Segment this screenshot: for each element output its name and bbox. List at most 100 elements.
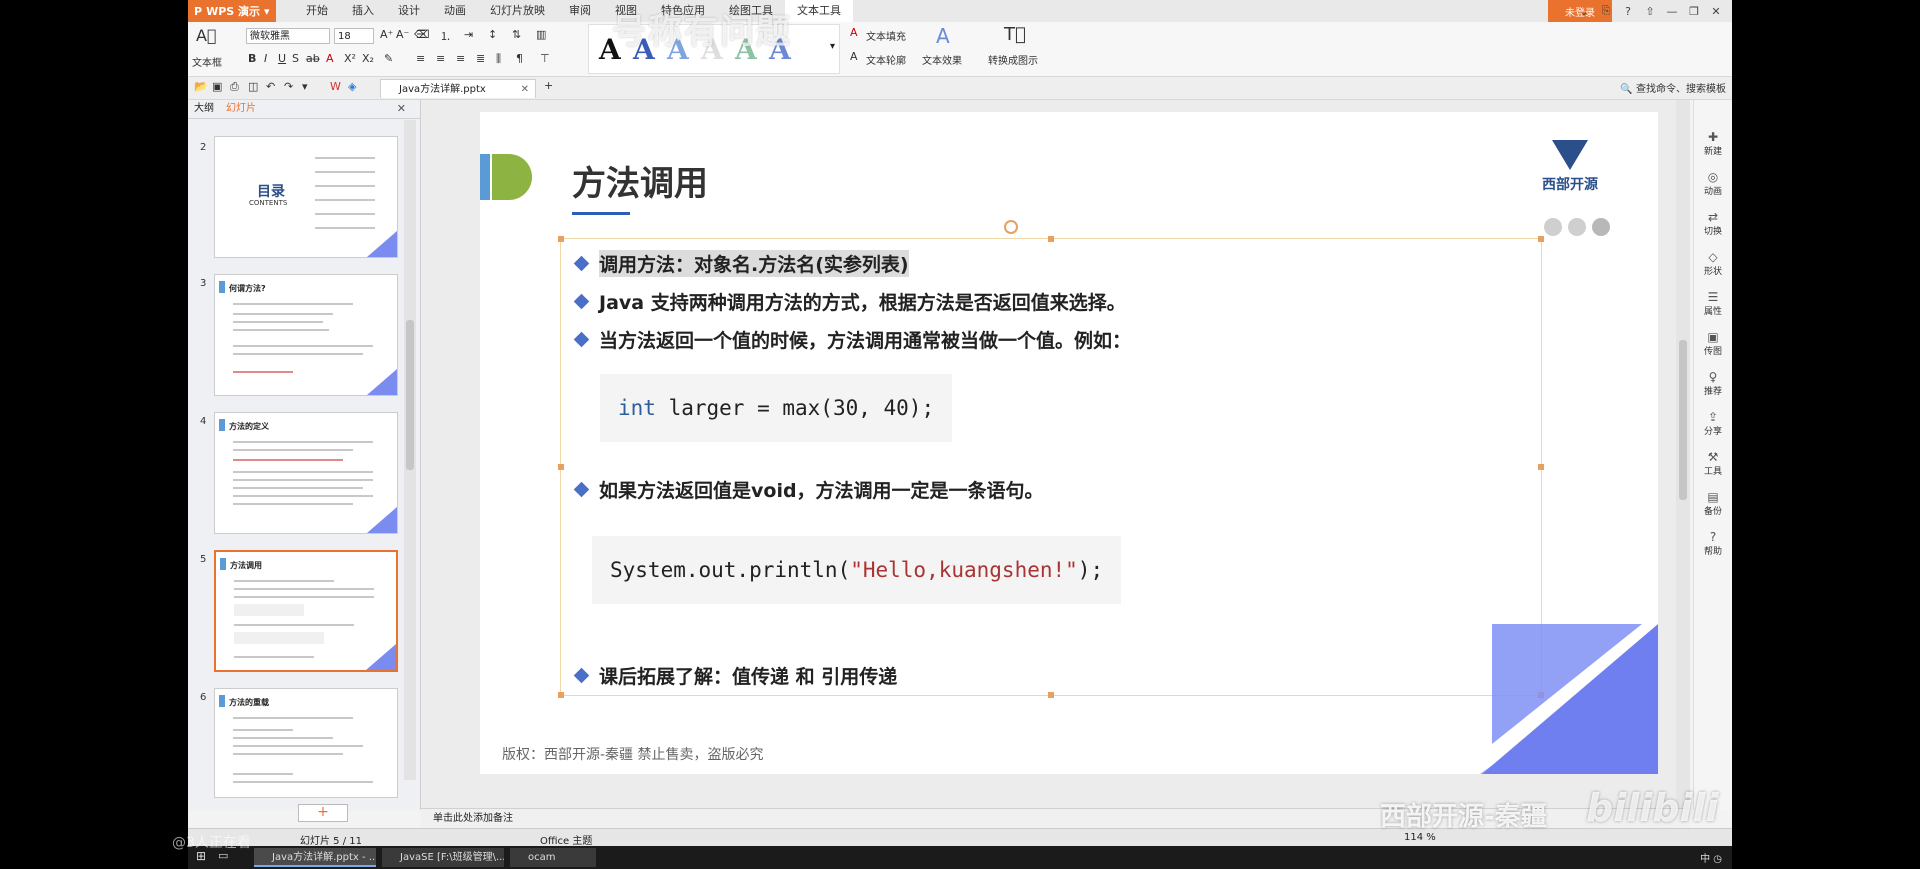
redo-icon[interactable]: ↷ xyxy=(284,80,293,93)
canvas-scrollbar[interactable] xyxy=(1676,100,1690,808)
current-slide[interactable]: 方法调用 西部开源 调用方法：对象名.方法名(实参列表) Java 支持两种调用… xyxy=(480,112,1658,774)
menu-design[interactable]: 设计 xyxy=(386,0,432,22)
font-size-select[interactable]: 18 xyxy=(334,28,374,44)
upload-image-pane-button[interactable]: ▣ 传图 xyxy=(1694,330,1732,357)
slide-title[interactable]: 方法调用 xyxy=(572,156,708,205)
resize-handle[interactable] xyxy=(1048,692,1054,698)
resize-handle[interactable] xyxy=(1538,236,1544,242)
taskbar-item-ocam[interactable]: ocam xyxy=(510,848,596,867)
zoom-level[interactable]: 114 % xyxy=(1404,832,1436,843)
resize-handle[interactable] xyxy=(1538,464,1544,470)
minimize-icon[interactable]: — xyxy=(1664,5,1680,18)
tools-pane-button[interactable]: ⚒ 工具 xyxy=(1694,450,1732,477)
indent-icon[interactable]: ⇥ xyxy=(464,28,473,41)
new-pane-button[interactable]: ✚ 新建 xyxy=(1694,130,1732,157)
menu-review[interactable]: 审阅 xyxy=(557,0,603,22)
resize-handle[interactable] xyxy=(558,464,564,470)
subscript-button[interactable]: X₂ xyxy=(362,52,374,65)
wps-menu-button[interactable]: P WPS 演示 ▾ xyxy=(188,0,276,22)
wps-home-icon[interactable]: W xyxy=(330,80,341,93)
skin-icon[interactable]: ⌄ xyxy=(1576,5,1592,18)
recommend-pane-button[interactable]: ♀ 推荐 xyxy=(1694,370,1732,397)
text-fill-button[interactable]: 文本填充 xyxy=(866,28,906,43)
undo-icon[interactable]: ↶ xyxy=(266,80,275,93)
highlight-icon[interactable]: ✎ xyxy=(384,52,393,65)
resize-handle[interactable] xyxy=(1048,236,1054,242)
convert-diagram-icon[interactable]: T⃞ xyxy=(1004,24,1026,45)
command-search[interactable]: 🔍 查找命令、搜索模板 xyxy=(1620,80,1726,95)
taskbar-item-wps[interactable]: Java方法详解.pptx - ... xyxy=(254,848,376,867)
line-spacing-icon[interactable]: ↕ xyxy=(488,28,497,41)
vertical-align-icon[interactable]: ⊤ xyxy=(540,52,550,65)
tab-slides[interactable]: 幻灯片 xyxy=(220,100,262,118)
justify-icon[interactable]: ≣ xyxy=(476,52,485,65)
close-panel-icon[interactable]: ✕ xyxy=(391,100,412,118)
preview-icon[interactable]: ◫ xyxy=(248,80,258,93)
resize-handle[interactable] xyxy=(558,236,564,242)
text-outline-button[interactable]: 文本轮廓 xyxy=(866,52,906,67)
properties-pane-button[interactable]: ☰ 属性 xyxy=(1694,290,1732,317)
shrink-font-icon[interactable]: A⁻ xyxy=(396,28,409,41)
help-icon[interactable]: ? xyxy=(1620,5,1636,18)
share-pane-button[interactable]: ⇪ 分享 xyxy=(1694,410,1732,437)
document-tab[interactable]: Java方法详解.pptx ✕ xyxy=(380,79,536,98)
slide-thumbnail[interactable]: 目录 CONTENTS xyxy=(214,136,398,258)
text-direction-icon[interactable]: ⇅ xyxy=(512,28,521,41)
menu-text-tools[interactable]: 文本工具 xyxy=(785,0,853,22)
numbered-list-icon[interactable]: ⒈ xyxy=(440,28,451,44)
text-effect-icon[interactable]: A xyxy=(936,24,950,48)
bullet-list-icon[interactable]: ☰ xyxy=(416,28,426,41)
restore-icon[interactable]: ❐ xyxy=(1686,5,1702,18)
slide-thumbnail[interactable]: 何谓方法? xyxy=(214,274,398,396)
columns-icon[interactable]: ▥ xyxy=(536,28,546,41)
grow-font-icon[interactable]: A⁺ xyxy=(380,28,393,41)
text-effect-button[interactable]: 文本效果 xyxy=(922,52,962,67)
convert-diagram-button[interactable]: 转换成图示 xyxy=(988,52,1038,67)
distribute-icon[interactable]: ⫼ xyxy=(496,52,501,66)
animation-pane-button[interactable]: ◎ 动画 xyxy=(1694,170,1732,197)
add-slide-button[interactable]: + xyxy=(298,804,348,822)
italic-button[interactable]: I xyxy=(264,52,267,65)
menu-home[interactable]: 开始 xyxy=(294,0,340,22)
shape-pane-button[interactable]: ◇ 形状 xyxy=(1694,250,1732,277)
transition-pane-button[interactable]: ⇄ 切换 xyxy=(1694,210,1732,237)
textbox-icon[interactable]: A⃞ xyxy=(196,26,217,45)
system-tray[interactable]: 中 ◷ xyxy=(1700,850,1722,865)
taskbar-item-javase[interactable]: JavaSE [F:\班级管理\... xyxy=(382,848,504,867)
shadow-button[interactable]: S xyxy=(292,52,299,65)
save-icon[interactable]: ▣ xyxy=(212,80,222,93)
open-icon[interactable]: 📂 xyxy=(194,80,208,93)
help-pane-button[interactable]: ? 帮助 xyxy=(1694,530,1732,557)
upload-icon[interactable]: ⇧ xyxy=(1642,5,1658,18)
share-icon[interactable]: ⎘ xyxy=(1598,4,1614,18)
text-outline-icon[interactable]: A xyxy=(850,50,858,63)
underline-button[interactable]: U xyxy=(278,52,286,65)
tab-outline[interactable]: 大纲 xyxy=(188,100,220,118)
superscript-button[interactable]: X² xyxy=(344,52,356,65)
rotate-handle-icon[interactable] xyxy=(1004,220,1018,234)
new-tab-icon[interactable]: + xyxy=(544,79,553,92)
font-name-select[interactable]: 微软雅黑 xyxy=(246,28,330,44)
thumbnail-scrollbar[interactable] xyxy=(404,120,416,780)
cloud-icon[interactable]: ◈ xyxy=(348,80,356,93)
textbox-button[interactable]: 文本框 xyxy=(192,54,222,69)
strikethrough-button[interactable]: a̶b̶ xyxy=(306,52,320,65)
menu-animation[interactable]: 动画 xyxy=(432,0,478,22)
close-tab-icon[interactable]: ✕ xyxy=(521,80,529,99)
print-icon[interactable]: ⎙ xyxy=(230,80,239,94)
align-left-icon[interactable]: ≡ xyxy=(416,52,425,65)
align-center-icon[interactable]: ≡ xyxy=(436,52,445,65)
gallery-more-icon[interactable]: ▾ xyxy=(830,41,835,52)
slide-thumbnail[interactable]: 方法的定义 xyxy=(214,412,398,534)
font-color-button[interactable]: A xyxy=(326,52,334,65)
bold-button[interactable]: B xyxy=(248,52,256,65)
close-icon[interactable]: ✕ xyxy=(1708,5,1724,18)
slide-thumbnail[interactable]: 方法的重载 xyxy=(214,688,398,798)
align-right-icon[interactable]: ≡ xyxy=(456,52,465,65)
backup-pane-button[interactable]: ▤ 备份 xyxy=(1694,490,1732,517)
menu-insert[interactable]: 插入 xyxy=(340,0,386,22)
resize-handle[interactable] xyxy=(558,692,564,698)
slide-thumbnail-selected[interactable]: 方法调用 xyxy=(214,550,398,672)
quick-menu-icon[interactable]: ▾ xyxy=(302,80,308,93)
menu-slideshow[interactable]: 幻灯片放映 xyxy=(478,0,557,22)
